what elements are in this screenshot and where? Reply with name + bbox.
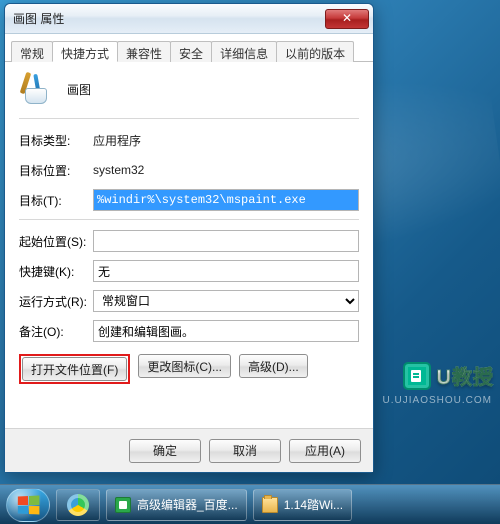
taskbar-task-folder-label: 1.14踏Wi... <box>284 496 343 513</box>
apply-button[interactable]: 应用(A) <box>289 439 361 463</box>
tab-strip: 常规 快捷方式 兼容性 安全 详细信息 以前的版本 <box>5 34 373 62</box>
tab-compatibility[interactable]: 兼容性 <box>117 41 171 62</box>
taskbar-task-editor[interactable]: 高级编辑器_百度... <box>106 489 247 521</box>
input-start-in[interactable] <box>93 230 359 252</box>
highlight-open-file-location: 打开文件位置(F) <box>19 354 130 384</box>
change-icon-button[interactable]: 更改图标(C)... <box>138 354 231 378</box>
folder-icon <box>262 497 278 513</box>
tab-shortcut[interactable]: 快捷方式 <box>52 41 118 62</box>
input-comment[interactable] <box>93 320 359 342</box>
input-shortcut-key[interactable] <box>93 260 359 282</box>
window-title: 画图 属性 <box>13 10 325 27</box>
select-run[interactable]: 常规窗口 <box>93 290 359 312</box>
input-target[interactable] <box>93 189 359 211</box>
watermark-text: U教授 <box>437 361 494 390</box>
watermark-icon <box>403 362 431 390</box>
cancel-button[interactable]: 取消 <box>209 439 281 463</box>
editor-app-icon <box>115 497 131 513</box>
watermark-url: U.UJIAOSHOU.COM <box>383 395 492 406</box>
value-target-type: 应用程序 <box>93 132 359 149</box>
taskbar: 高级编辑器_百度... 1.14踏Wi... <box>0 484 500 524</box>
browser-icon <box>67 494 89 516</box>
taskbar-task-folder[interactable]: 1.14踏Wi... <box>253 489 352 521</box>
value-target-location: system32 <box>93 163 359 177</box>
titlebar[interactable]: 画图 属性 ✕ <box>5 4 373 34</box>
tab-details[interactable]: 详细信息 <box>211 41 277 62</box>
taskbar-task-editor-label: 高级编辑器_百度... <box>137 496 238 513</box>
label-run: 运行方式(R): <box>19 293 93 310</box>
paint-app-icon <box>19 72 53 106</box>
label-target-location: 目标位置: <box>19 162 93 179</box>
start-button[interactable] <box>6 488 50 522</box>
label-comment: 备注(O): <box>19 323 93 340</box>
windows-logo-icon <box>18 495 40 514</box>
tab-previous-versions[interactable]: 以前的版本 <box>276 41 354 62</box>
tab-body: 画图 目标类型: 应用程序 目标位置: system32 目标(T): %win… <box>5 62 373 428</box>
label-target: 目标(T): <box>19 192 93 209</box>
ok-button[interactable]: 确定 <box>129 439 201 463</box>
watermark: U教授 <box>403 361 494 390</box>
label-shortcut-key: 快捷键(K): <box>19 263 93 280</box>
properties-dialog: 画图 属性 ✕ 常规 快捷方式 兼容性 安全 详细信息 以前的版本 画图 目标类… <box>4 3 374 473</box>
advanced-button[interactable]: 高级(D)... <box>239 354 308 378</box>
taskbar-browser-button[interactable] <box>56 489 100 521</box>
label-start-in: 起始位置(S): <box>19 233 93 250</box>
label-target-type: 目标类型: <box>19 132 93 149</box>
close-button[interactable]: ✕ <box>325 9 369 29</box>
app-name: 画图 <box>67 81 91 98</box>
open-file-location-button[interactable]: 打开文件位置(F) <box>22 357 127 381</box>
tab-general[interactable]: 常规 <box>11 41 53 62</box>
dialog-footer: 确定 取消 应用(A) <box>5 428 373 472</box>
tab-security[interactable]: 安全 <box>170 41 212 62</box>
